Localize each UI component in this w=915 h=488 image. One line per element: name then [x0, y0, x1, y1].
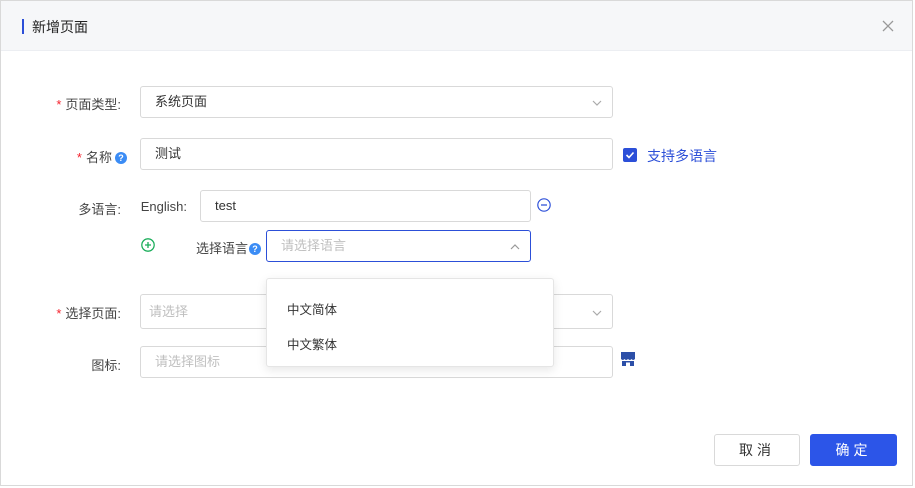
select-language-help-icon[interactable]: ? — [249, 243, 261, 255]
dialog-header: 新增页面 — [1, 1, 912, 51]
language-dropdown: 中文简体 中文繁体 — [266, 278, 554, 367]
select-language-placeholder: 请选择语言 — [281, 238, 347, 253]
cancel-button[interactable]: 取消 — [714, 434, 800, 466]
plus-circle-icon[interactable] — [141, 238, 155, 252]
close-icon[interactable] — [882, 20, 894, 32]
language-option[interactable]: 中文简体 — [287, 299, 337, 318]
multilang-checkbox-label[interactable]: 支持多语言 — [647, 146, 717, 166]
english-label: English: — [140, 199, 187, 214]
english-input[interactable]: test — [200, 190, 531, 222]
add-page-dialog: 新增页面 * 页面类型: 系统页面 * 名称? 测试 支持多语言 多语言: Engl… — [0, 0, 913, 486]
minus-circle-icon[interactable] — [537, 198, 551, 212]
dialog-title: 新增页面 — [32, 19, 88, 35]
select-language-label: 选择语言? — [181, 238, 261, 257]
title-accent-bar — [22, 19, 24, 34]
icon-placeholder: 请选择图标 — [155, 354, 221, 369]
page-type-value: 系统页面 — [155, 94, 208, 109]
multilang-checkbox[interactable] — [623, 148, 637, 162]
chevron-down-icon — [592, 100, 602, 106]
name-value: 测试 — [155, 146, 182, 161]
page-type-label: * 页面类型: — [56, 97, 121, 112]
select-language-select[interactable]: 请选择语言 — [266, 230, 531, 262]
check-icon — [625, 151, 635, 159]
select-page-label: * 选择页面: — [56, 306, 121, 321]
multilang-label: 多语言: — [78, 202, 121, 217]
page-type-select[interactable]: 系统页面 — [140, 86, 613, 118]
chevron-up-icon — [510, 244, 520, 250]
language-option[interactable]: 中文繁体 — [287, 334, 337, 353]
chevron-down-icon — [592, 310, 602, 316]
confirm-button[interactable]: 确定 — [810, 434, 897, 466]
select-page-placeholder: 请选择 — [149, 304, 189, 319]
icon-label: 图标: — [91, 358, 121, 373]
name-label: * 名称? — [41, 147, 127, 166]
name-help-icon[interactable]: ? — [115, 152, 127, 164]
english-value: test — [215, 198, 236, 213]
name-input[interactable]: 测试 — [140, 138, 613, 170]
store-icon[interactable] — [620, 351, 636, 367]
